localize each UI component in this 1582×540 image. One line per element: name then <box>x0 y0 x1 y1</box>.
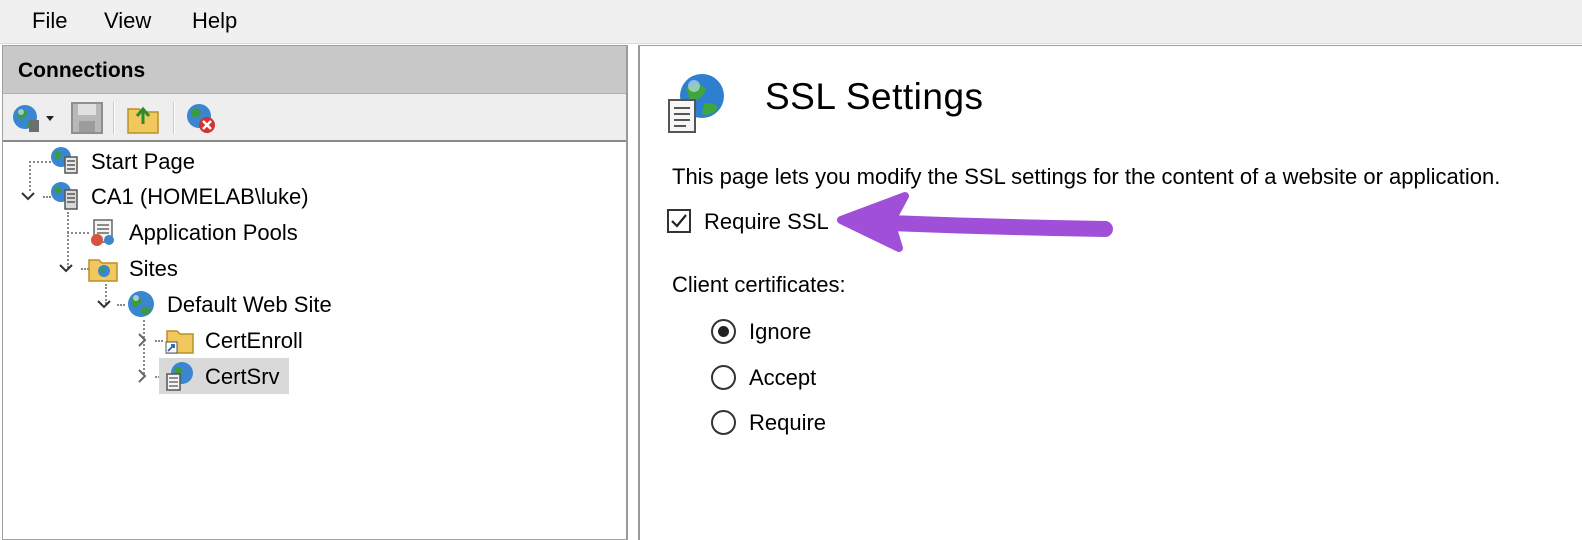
virtual-directory-icon <box>165 330 194 354</box>
chevron-down-icon[interactable] <box>95 295 113 313</box>
up-folder-icon[interactable] <box>125 100 161 136</box>
connections-title: Connections <box>18 59 146 82</box>
chevron-down-icon[interactable] <box>57 259 75 277</box>
tree-label-certenroll: CertEnroll <box>205 328 303 353</box>
tree-item-certenroll[interactable]: CertEnroll <box>131 323 331 357</box>
tree-item-certsrv[interactable]: CertSrv <box>131 359 331 393</box>
toolbar-separator <box>113 102 115 134</box>
ssl-settings-icon <box>668 74 724 133</box>
checkmark-icon <box>671 214 687 228</box>
sites-folder-icon <box>88 259 118 282</box>
chevron-right-icon[interactable] <box>133 367 151 385</box>
tree-label-sites: Sites <box>129 256 178 281</box>
website-globe-icon <box>128 291 154 317</box>
tree-label-default-web-site: Default Web Site <box>167 292 332 317</box>
start-page-icon <box>51 147 78 174</box>
chevron-down-icon[interactable] <box>19 187 37 205</box>
page-title: SSL Settings <box>765 76 984 117</box>
chevron-right-icon[interactable] <box>133 331 151 349</box>
connect-globe-icon[interactable] <box>9 100 59 136</box>
radio-require-label[interactable]: Require <box>749 410 826 436</box>
radio-accept-button[interactable] <box>711 365 736 390</box>
toolbar-separator <box>173 102 175 134</box>
tree-item-default-web-site[interactable]: Default Web Site <box>93 287 353 321</box>
tree-item-start-page[interactable]: Start Page <box>49 144 249 178</box>
tree-label-server: CA1 (HOMELAB\luke) <box>91 184 309 209</box>
save-icon[interactable] <box>69 100 105 136</box>
menu-help[interactable]: Help <box>190 8 239 34</box>
connections-pane: Connections Start Page CA1 (HOMELAB\luke… <box>2 45 628 540</box>
tree-label-start-page: Start Page <box>91 149 195 174</box>
menu-file[interactable]: File <box>30 8 69 34</box>
tree-item-sites[interactable]: Sites <box>55 251 255 285</box>
connections-tree: Start Page CA1 (HOMELAB\luke) Applicatio… <box>3 144 626 539</box>
connections-header: Connections <box>3 46 626 94</box>
tree-label-application-pools: Application Pools <box>129 220 298 245</box>
radio-require-button[interactable] <box>711 410 736 435</box>
tree-label-certsrv: CertSrv <box>205 364 280 389</box>
require-ssl-label[interactable]: Require SSL <box>704 209 829 235</box>
application-pools-icon <box>91 219 114 246</box>
radio-accept-label[interactable]: Accept <box>749 365 816 391</box>
radio-ignore-label[interactable]: Ignore <box>749 319 811 345</box>
tree-item-server[interactable]: CA1 (HOMELAB\luke) <box>17 179 337 213</box>
disconnect-icon[interactable] <box>183 100 221 136</box>
tree-item-application-pools[interactable]: Application Pools <box>87 215 337 249</box>
connections-toolbar <box>3 94 626 142</box>
menu-bar: File View Help <box>0 0 1582 44</box>
client-certificates-label: Client certificates: <box>672 272 846 297</box>
annotation-arrow-icon <box>837 192 1113 252</box>
application-icon <box>166 362 193 391</box>
radio-ignore-button[interactable] <box>711 319 736 344</box>
ssl-settings-pane: SSL Settings This page lets you modify t… <box>638 45 1582 540</box>
server-icon <box>51 182 78 210</box>
menu-view[interactable]: View <box>102 8 153 34</box>
require-ssl-checkbox[interactable] <box>667 209 691 233</box>
